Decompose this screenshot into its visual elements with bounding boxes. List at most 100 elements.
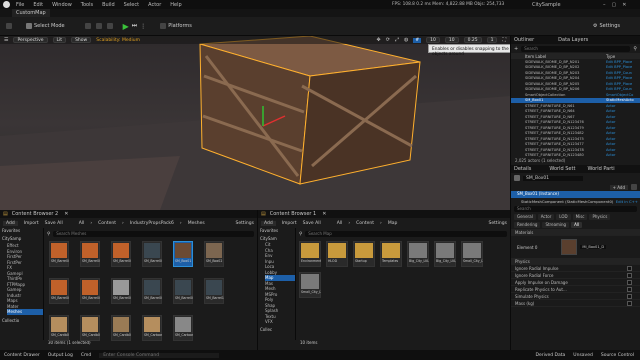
- asset-tile[interactable]: Small_City_LVL_HLOD: [299, 272, 321, 298]
- blueprint-icon[interactable]: [95, 23, 102, 29]
- physics-property-checkbox[interactable]: [627, 300, 632, 306]
- cb2-import-button[interactable]: Import: [24, 221, 39, 226]
- asset-tile[interactable]: SM_Cardb03: [111, 315, 131, 341]
- asset-tile[interactable]: SM_Barrel08: [142, 278, 162, 304]
- details-tab-lod[interactable]: LOD: [556, 214, 571, 220]
- select-mode-button[interactable]: Select Mode: [26, 23, 65, 29]
- details-tab[interactable]: Details: [514, 166, 531, 172]
- cb1-add-button[interactable]: Add: [261, 220, 276, 226]
- asset-tile[interactable]: Small_City_LVL: [461, 241, 483, 267]
- asset-tile[interactable]: SM_Barrel04: [142, 241, 162, 267]
- physics-property-checkbox[interactable]: [627, 279, 632, 285]
- physics-property-checkbox[interactable]: [627, 265, 632, 271]
- physics-property-checkbox[interactable]: [627, 286, 632, 292]
- asset-tile[interactable]: SM_Cardb01: [49, 315, 69, 341]
- cb2-settings-button[interactable]: Settings: [236, 221, 254, 226]
- menu-tools[interactable]: Tools: [81, 2, 93, 8]
- close-icon[interactable]: ✕: [322, 211, 326, 217]
- outliner-row[interactable]: STREET_FURNITURE_D_N123478 Actor: [511, 147, 640, 153]
- cb2-search-input[interactable]: Search Meshes: [53, 231, 254, 237]
- play-icon[interactable]: ▶: [123, 22, 129, 31]
- asset-tile[interactable]: SM_Cardb02: [80, 315, 100, 341]
- perspective-button[interactable]: Perspective: [13, 37, 48, 43]
- asset-tile[interactable]: SM_Barrel06: [80, 278, 100, 304]
- details-tab-physics[interactable]: Physics: [589, 214, 611, 220]
- folder-tree-item[interactable]: VFX: [265, 319, 295, 325]
- details-tab-all[interactable]: All: [571, 222, 583, 228]
- output-log-button[interactable]: Output Log: [48, 353, 73, 358]
- cb1-path-all[interactable]: All: [337, 221, 343, 226]
- cb1-filter-icon[interactable]: ⚲: [299, 232, 302, 237]
- asset-tile[interactable]: SM_Barrel10: [204, 278, 224, 304]
- cb1-path-content[interactable]: Content: [356, 221, 374, 226]
- cb2-save-all-button[interactable]: Save All: [45, 221, 63, 226]
- scale-icon[interactable]: ⤢: [395, 37, 399, 43]
- level-tab[interactable]: CustomMap: [12, 9, 50, 17]
- details-tab-actor[interactable]: Actor: [537, 214, 555, 220]
- close-icon[interactable]: ✕: [64, 211, 68, 217]
- cb2-root[interactable]: CitySamp: [2, 236, 43, 243]
- col-item-label[interactable]: Item Label: [525, 54, 546, 59]
- cb1-import-button[interactable]: Import: [282, 221, 297, 226]
- component-row[interactable]: StaticMeshComponent (StaticMeshComponent…: [511, 198, 640, 205]
- source-control-button[interactable]: Source Control: [601, 353, 634, 358]
- asset-tile[interactable]: Big_City_LVL: [407, 241, 429, 267]
- menu-actor[interactable]: Actor: [148, 2, 161, 8]
- details-search-input[interactable]: Search: [514, 206, 637, 212]
- show-button[interactable]: Show: [71, 37, 92, 43]
- play-options-icon[interactable]: ⏭: [132, 22, 137, 30]
- cb2-favorites[interactable]: Favorites: [2, 228, 43, 236]
- asset-tile[interactable]: Startup: [353, 241, 375, 267]
- cb1-favorites[interactable]: Favorites: [260, 228, 295, 236]
- outliner-row[interactable]: STREET_FURNITURE_D_N123475 Actor: [511, 136, 640, 142]
- maximize-viewport-icon[interactable]: ⛶: [502, 37, 506, 43]
- platforms-button[interactable]: Platforms: [160, 23, 192, 29]
- cb1-save-all-button[interactable]: Save All: [303, 221, 321, 226]
- asset-tile[interactable]: SM_Barrel01: [49, 241, 69, 267]
- outliner-row[interactable]: SIDEWALK_BIOME_D_BP_N201 Edit BPP_Place: [511, 59, 640, 65]
- unsaved-indicator[interactable]: Unsaved: [573, 353, 593, 358]
- derived-data-button[interactable]: Derived Data: [535, 353, 565, 358]
- cb2-tab[interactable]: Content Browser 2: [12, 211, 59, 217]
- asset-tile[interactable]: SM_Cartoon2: [173, 315, 193, 341]
- cb1-tab[interactable]: Content Browser 1: [270, 211, 317, 217]
- materials-section[interactable]: Materials: [511, 229, 640, 236]
- cb1-collections[interactable]: Collec: [260, 327, 295, 332]
- lit-button[interactable]: Lit: [52, 37, 67, 43]
- blueprint-button-icon[interactable]: [631, 184, 637, 190]
- world-partition-tab[interactable]: World Parti: [587, 166, 614, 172]
- window-controls[interactable]: –▢✕: [603, 2, 632, 8]
- rotation-snap-value[interactable]: 10: [444, 37, 459, 43]
- cb1-search-input[interactable]: Search Map: [305, 231, 507, 237]
- menu-select[interactable]: Select: [124, 2, 139, 8]
- add-filter-icon[interactable]: +: [514, 46, 518, 52]
- details-tab-rendering[interactable]: Rendering: [514, 222, 541, 228]
- details-tab-streaming[interactable]: Streaming: [542, 222, 570, 228]
- console-input[interactable]: Enter Console Command: [99, 352, 220, 358]
- cb2-path-all[interactable]: All: [79, 221, 85, 226]
- asset-tile[interactable]: HLOD: [326, 241, 348, 267]
- asset-tile[interactable]: SM_Barrel07: [111, 278, 131, 304]
- filter-icon[interactable]: ⚲: [633, 46, 637, 52]
- grid-snap-icon[interactable]: #: [413, 37, 422, 43]
- material-thumbnail[interactable]: [561, 239, 578, 255]
- rotate-icon[interactable]: ⟳: [386, 37, 390, 43]
- cb2-path-content[interactable]: Content: [98, 221, 116, 226]
- settings-button[interactable]: ⚙ Settings: [593, 23, 620, 29]
- unreal-logo-icon[interactable]: [3, 1, 10, 8]
- level-viewport[interactable]: ☰ Perspective Lit Show Scalability: Medi…: [0, 36, 510, 210]
- menu-edit[interactable]: Edit: [33, 2, 43, 8]
- viewport-scene[interactable]: [0, 36, 510, 210]
- outliner-row[interactable]: STREET_FURNITURE_D_N123479 Actor: [511, 125, 640, 131]
- outliner-search-input[interactable]: Search: [521, 45, 631, 52]
- world-local-icon[interactable]: ◍: [404, 37, 408, 43]
- content-drawer-button[interactable]: Content Drawer: [4, 353, 40, 358]
- menu-window[interactable]: Window: [52, 2, 72, 8]
- physics-section[interactable]: Physics: [511, 258, 640, 265]
- outliner-row[interactable]: SIDEWALK_BIOME_D_BP_N203 Edit BPP_Coun: [511, 70, 640, 76]
- asset-tile[interactable]: SM_Box02: [204, 241, 224, 267]
- asset-tile[interactable]: Environment: [299, 241, 321, 267]
- edit-cpp-link[interactable]: Edit in C++: [616, 199, 638, 204]
- cb2-filter-icon[interactable]: ⚲: [47, 232, 50, 237]
- material-dropdown[interactable]: MI_Box01_D: [580, 245, 607, 249]
